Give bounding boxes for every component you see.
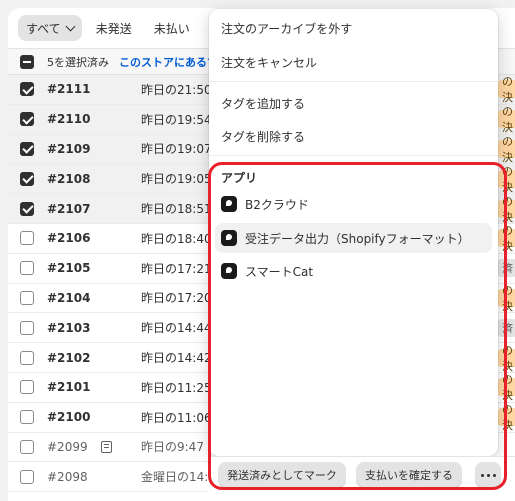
- order-date: 昨日の14:42: [141, 351, 212, 366]
- row-checkbox[interactable]: [20, 261, 34, 276]
- tab-unpaid[interactable]: 未払い: [146, 15, 198, 41]
- order-date: 昨日の18:51: [141, 202, 212, 217]
- row-checkbox[interactable]: [20, 201, 34, 216]
- order-date: 昨日の11:06: [141, 410, 212, 425]
- order-date: 昨日の14:44: [141, 321, 212, 336]
- payment-status-badge: の決: [496, 75, 515, 104]
- menu-divider: [209, 155, 498, 156]
- order-date: 金曜日の14:2: [141, 470, 216, 485]
- row-checkbox[interactable]: [20, 231, 34, 246]
- menu-item-add-tags[interactable]: タグを追加する: [221, 95, 305, 112]
- order-number[interactable]: #2099: [47, 440, 88, 454]
- menu-item-unarchive[interactable]: 注文のアーカイブを外す: [221, 20, 352, 37]
- order-number[interactable]: #2106: [47, 231, 90, 245]
- select-all-checkbox[interactable]: [20, 54, 34, 69]
- order-number[interactable]: #2098: [47, 470, 88, 484]
- tab-unfulfilled-label: 未発送: [95, 21, 132, 36]
- tab-all[interactable]: すべて: [18, 15, 82, 41]
- row-checkbox[interactable]: [20, 410, 34, 425]
- row-checkbox[interactable]: [20, 439, 34, 454]
- order-date: 昨日の17:20: [141, 291, 212, 306]
- order-number[interactable]: #2101: [47, 380, 90, 394]
- row-checkbox[interactable]: [20, 469, 34, 484]
- chevron-down-icon: [65, 21, 76, 31]
- payment-status-badge: の決: [496, 105, 515, 134]
- order-number[interactable]: #2107: [47, 202, 90, 216]
- order-date: 昨日の11:25: [141, 380, 212, 395]
- order-number[interactable]: #2111: [47, 82, 90, 96]
- note-icon: [101, 440, 112, 453]
- order-number[interactable]: #2105: [47, 261, 90, 275]
- row-checkbox[interactable]: [20, 112, 34, 127]
- row-checkbox[interactable]: [20, 380, 34, 395]
- order-number[interactable]: #2102: [47, 351, 90, 365]
- order-date: 昨日の19:07: [141, 142, 212, 157]
- order-date: 昨日の9:47: [141, 440, 204, 455]
- row-checkbox[interactable]: [20, 320, 34, 335]
- order-number[interactable]: #2110: [47, 112, 90, 126]
- order-date: 昨日の17:21: [141, 261, 212, 276]
- apps-highlight-box: [208, 162, 507, 490]
- tab-all-label: すべて: [26, 21, 61, 36]
- order-number[interactable]: #2104: [47, 291, 90, 305]
- order-date: 昨日の21:50: [141, 82, 212, 97]
- order-number[interactable]: #2103: [47, 321, 90, 335]
- menu-divider: [209, 81, 498, 82]
- order-number[interactable]: #2109: [47, 142, 90, 156]
- tab-unfulfilled[interactable]: 未発送: [88, 15, 140, 41]
- menu-item-remove-tags[interactable]: タグを削除する: [221, 128, 305, 145]
- row-checkbox[interactable]: [20, 350, 34, 365]
- tab-unpaid-label: 未払い: [153, 21, 190, 36]
- payment-status-badge: の決: [496, 135, 515, 164]
- selected-count: 5を選択済み: [47, 55, 109, 69]
- order-number[interactable]: #2108: [47, 172, 90, 186]
- row-checkbox[interactable]: [20, 141, 34, 156]
- row-checkbox[interactable]: [20, 82, 34, 97]
- order-date: 昨日の19:05: [141, 172, 212, 187]
- order-date: 昨日の18:40: [141, 231, 212, 246]
- order-date: 昨日の19:54: [141, 112, 212, 127]
- select-all-link[interactable]: このストアにあるす: [119, 54, 218, 70]
- menu-item-cancel-order[interactable]: 注文をキャンセル: [221, 54, 317, 71]
- order-number[interactable]: #2100: [47, 410, 90, 424]
- row-checkbox[interactable]: [20, 171, 34, 186]
- row-checkbox[interactable]: [20, 290, 34, 305]
